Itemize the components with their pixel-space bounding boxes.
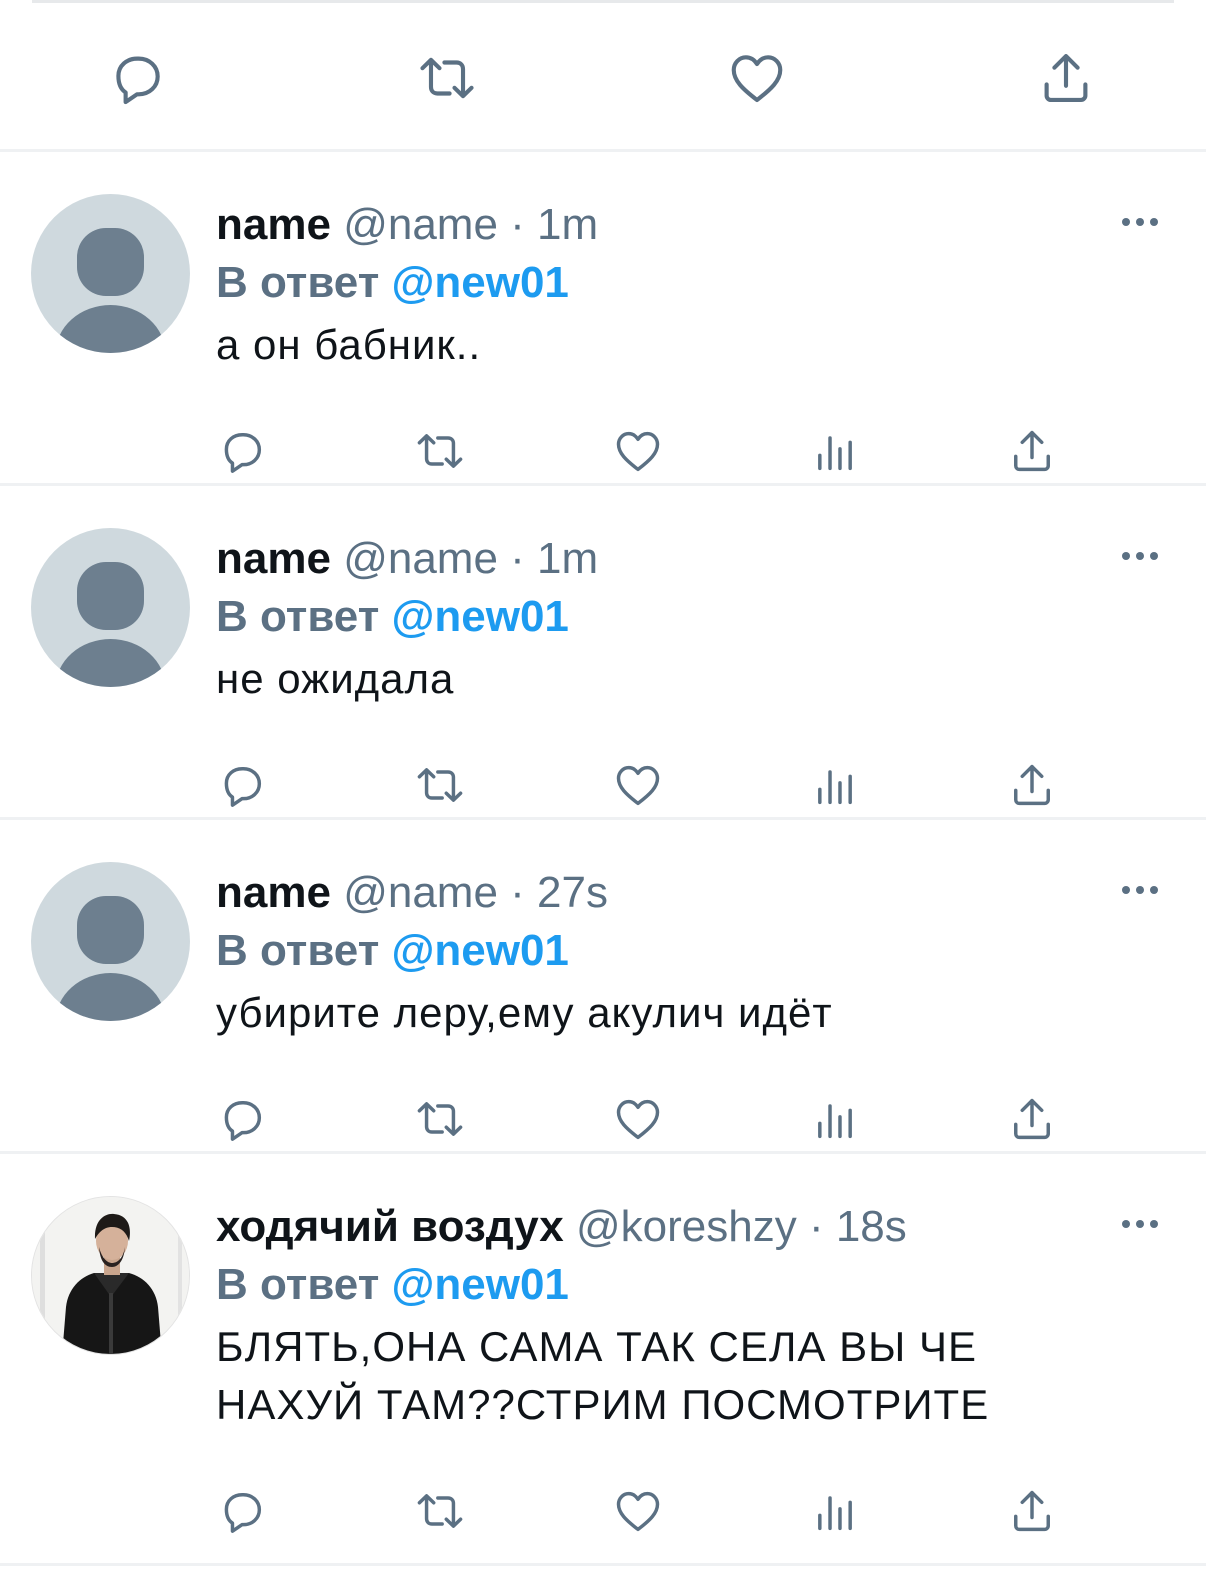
user-handle[interactable]: @name xyxy=(343,200,498,249)
separator-dot: · xyxy=(808,1202,824,1251)
retweet-icon[interactable] xyxy=(416,47,478,109)
tweet-text: убирите леру,ему акулич идёт xyxy=(216,989,833,1036)
reply-tweet[interactable]: name @name · 27s В ответ @new01 убирите … xyxy=(0,820,1206,1154)
reply-context: В ответ @new01 xyxy=(216,1260,569,1310)
tweet-header: name @name · 27s xyxy=(216,868,608,918)
reply-tweet[interactable]: name @name · 1m В ответ @new01 не ожидал… xyxy=(0,486,1206,820)
retweet-icon[interactable] xyxy=(414,425,466,477)
timestamp[interactable]: 27s xyxy=(537,868,608,917)
avatar[interactable] xyxy=(31,528,190,687)
reply-target-link[interactable]: @new01 xyxy=(391,592,568,641)
more-options-icon[interactable] xyxy=(1118,1214,1162,1234)
like-icon[interactable] xyxy=(612,759,664,811)
tweet-text: а он бабник.. xyxy=(216,321,482,368)
timestamp[interactable]: 18s xyxy=(836,1202,907,1251)
retweet-icon[interactable] xyxy=(414,1093,466,1145)
reply-context: В ответ @new01 xyxy=(216,592,569,642)
tweet-text: БЛЯТЬ,ОНА САМА ТАК СЕЛА ВЫ ЧЕ НАХУЙ ТАМ?… xyxy=(216,1323,990,1428)
reply-prefix: В ответ xyxy=(216,926,380,975)
display-name[interactable]: ходячий воздух xyxy=(216,1202,564,1251)
views-icon[interactable] xyxy=(809,1485,861,1537)
views-icon[interactable] xyxy=(809,759,861,811)
reply-prefix: В ответ xyxy=(216,1260,380,1309)
like-icon[interactable] xyxy=(612,1485,664,1537)
reply-icon[interactable] xyxy=(216,759,268,811)
tweet-header: ходячий воздух @koreshzy · 18s xyxy=(216,1202,907,1252)
user-handle[interactable]: @name xyxy=(343,534,498,583)
share-icon[interactable] xyxy=(1006,1093,1058,1145)
more-options-icon[interactable] xyxy=(1118,880,1162,900)
reply-icon[interactable] xyxy=(216,425,268,477)
user-handle[interactable]: @koreshzy xyxy=(576,1202,797,1251)
views-icon[interactable] xyxy=(809,1093,861,1145)
reply-context: В ответ @new01 xyxy=(216,926,569,976)
share-icon[interactable] xyxy=(1035,47,1097,109)
display-name[interactable]: name xyxy=(216,868,331,917)
reply-tweet[interactable]: ходячий воздух @koreshzy · 18s В ответ @… xyxy=(0,1154,1206,1566)
display-name[interactable]: name xyxy=(216,534,331,583)
tweet-header: name @name · 1m xyxy=(216,200,598,250)
reply-target-link[interactable]: @new01 xyxy=(391,258,568,307)
reply-context: В ответ @new01 xyxy=(216,258,569,308)
separator-dot: · xyxy=(510,200,525,249)
reply-icon[interactable] xyxy=(106,47,168,109)
more-options-icon[interactable] xyxy=(1118,546,1162,566)
retweet-icon[interactable] xyxy=(414,759,466,811)
main-tweet-action-bar xyxy=(0,0,1206,152)
timestamp[interactable]: 1m xyxy=(537,200,598,249)
display-name[interactable]: name xyxy=(216,200,331,249)
retweet-icon[interactable] xyxy=(414,1485,466,1537)
reply-prefix: В ответ xyxy=(216,592,380,641)
user-handle[interactable]: @name xyxy=(343,868,498,917)
reply-tweet[interactable]: name @name · 1m В ответ @new01 а он бабн… xyxy=(0,152,1206,486)
more-options-icon[interactable] xyxy=(1118,212,1162,232)
separator-dot: · xyxy=(510,534,525,583)
share-icon[interactable] xyxy=(1006,759,1058,811)
timestamp[interactable]: 1m xyxy=(537,534,598,583)
share-icon[interactable] xyxy=(1006,425,1058,477)
reply-icon[interactable] xyxy=(216,1093,268,1145)
views-icon[interactable] xyxy=(809,425,861,477)
reply-icon[interactable] xyxy=(216,1485,268,1537)
tweet-header: name @name · 1m xyxy=(216,534,598,584)
separator-dot: · xyxy=(510,868,525,917)
reply-prefix: В ответ xyxy=(216,258,380,307)
reply-target-link[interactable]: @new01 xyxy=(391,926,568,975)
avatar[interactable] xyxy=(31,194,190,353)
avatar[interactable] xyxy=(31,862,190,1021)
like-icon[interactable] xyxy=(612,1093,664,1145)
share-icon[interactable] xyxy=(1006,1485,1058,1537)
reply-target-link[interactable]: @new01 xyxy=(391,1260,568,1309)
avatar[interactable] xyxy=(31,1196,190,1355)
tweet-text: не ожидала xyxy=(216,655,455,702)
like-icon[interactable] xyxy=(726,47,788,109)
like-icon[interactable] xyxy=(612,425,664,477)
